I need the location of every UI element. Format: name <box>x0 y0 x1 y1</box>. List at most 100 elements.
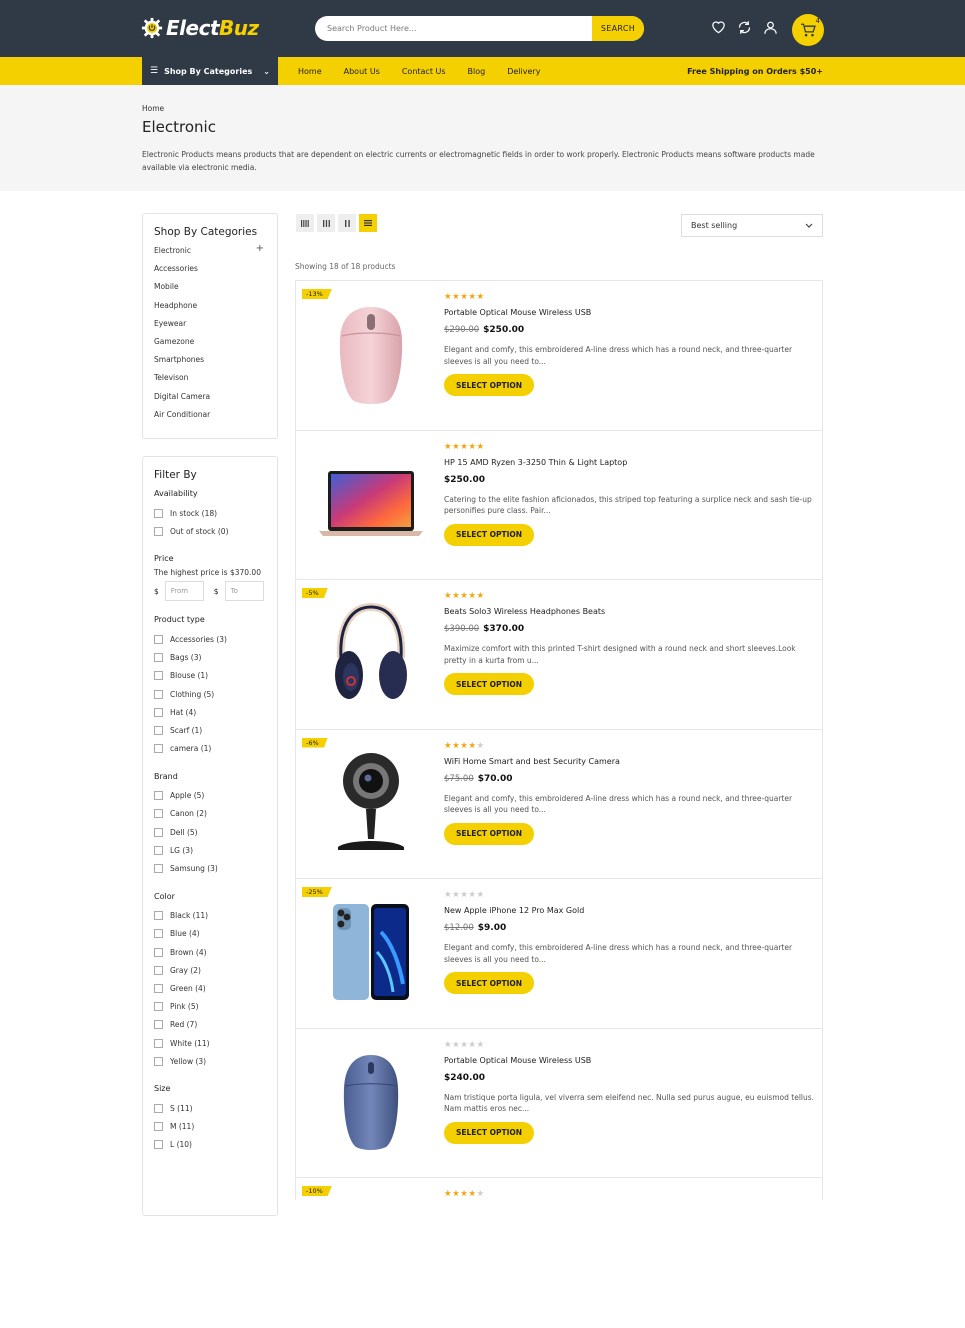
checkbox[interactable] <box>154 707 163 717</box>
checkbox[interactable] <box>154 1140 163 1150</box>
category-item[interactable]: Gamezone <box>154 337 277 355</box>
filter-option[interactable]: Green (4) <box>154 979 277 997</box>
select-option-button[interactable]: SELECT OPTION <box>444 972 534 994</box>
search-button[interactable]: SEARCH <box>592 16 644 41</box>
checkbox[interactable] <box>154 508 163 518</box>
breadcrumb[interactable]: Home <box>142 104 164 113</box>
filter-option[interactable]: Pink (5) <box>154 998 277 1016</box>
filter-option[interactable]: Out of stock (0) <box>154 522 277 540</box>
nav-link-delivery[interactable]: Delivery <box>507 67 540 76</box>
filter-option[interactable]: Black (11) <box>154 907 277 925</box>
select-option-button[interactable]: SELECT OPTION <box>444 1121 534 1144</box>
checkbox[interactable] <box>154 1038 163 1048</box>
checkbox[interactable] <box>154 827 163 837</box>
filter-option[interactable]: Apple (5) <box>154 787 277 805</box>
product-image[interactable] <box>316 449 426 559</box>
checkbox[interactable] <box>154 965 163 975</box>
filter-option[interactable]: Blouse (1) <box>154 667 277 685</box>
filter-option[interactable]: L (10) <box>154 1136 277 1154</box>
nav-link-blog[interactable]: Blog <box>468 67 486 76</box>
list-view-button[interactable] <box>359 214 377 232</box>
nav-link-home[interactable]: Home <box>298 67 322 76</box>
checkbox[interactable] <box>154 689 163 699</box>
select-option-button[interactable]: SELECT OPTION <box>444 374 534 396</box>
product-image[interactable] <box>316 897 426 1007</box>
category-item[interactable]: Headphone <box>154 301 277 319</box>
checkbox[interactable] <box>154 1056 163 1066</box>
select-option-button[interactable]: SELECT OPTION <box>444 673 534 695</box>
category-item[interactable]: Electronic + <box>154 243 277 264</box>
product-name[interactable]: HP 15 AMD Ryzen 3-3250 Thin & Light Lapt… <box>444 458 816 470</box>
filter-option[interactable]: LG (3) <box>154 841 277 859</box>
filter-option[interactable]: Dell (5) <box>154 823 277 841</box>
checkbox[interactable] <box>154 1122 163 1132</box>
checkbox[interactable] <box>154 911 163 921</box>
price-to-input[interactable]: To <box>224 581 264 602</box>
product-image[interactable] <box>316 748 426 858</box>
category-item[interactable]: Smartphones <box>154 355 277 373</box>
filter-option[interactable]: Yellow (3) <box>154 1052 277 1070</box>
product-name[interactable]: New Apple iPhone 12 Pro Max Gold <box>444 906 816 918</box>
checkbox[interactable] <box>154 526 163 536</box>
filter-option[interactable]: In stock (18) <box>154 504 277 522</box>
filter-option[interactable]: Bags (3) <box>154 649 277 667</box>
nav-link-contact-us[interactable]: Contact Us <box>402 67 446 76</box>
product-name[interactable]: WiFi Home Smart and best Security Camera <box>444 757 816 769</box>
logo[interactable]: ElectBuz <box>141 13 259 43</box>
filter-option[interactable]: Clothing (5) <box>154 685 277 703</box>
grid-2-view-button[interactable] <box>338 214 356 232</box>
product-name[interactable]: Portable Optical Mouse Wireless USB <box>444 1056 816 1068</box>
category-item[interactable]: Air Conditionar <box>154 410 277 428</box>
checkbox[interactable] <box>154 653 163 663</box>
filter-option[interactable]: Samsung (3) <box>154 859 277 877</box>
heart-icon[interactable] <box>710 18 726 36</box>
product-image[interactable] <box>316 598 426 708</box>
filter-option[interactable]: Gray (2) <box>154 961 277 979</box>
checkbox[interactable] <box>154 983 163 993</box>
select-option-button[interactable]: SELECT OPTION <box>444 523 534 546</box>
user-icon[interactable] <box>762 18 778 36</box>
plus-icon[interactable]: + <box>256 243 264 254</box>
product-name[interactable]: Portable Optical Mouse Wireless USB <box>444 308 816 320</box>
search-input[interactable] <box>315 16 592 41</box>
checkbox[interactable] <box>154 947 163 957</box>
price-from-input[interactable]: From <box>164 581 204 602</box>
filter-option[interactable]: Accessories (3) <box>154 630 277 648</box>
checkbox[interactable] <box>154 671 163 681</box>
checkbox[interactable] <box>154 1002 163 1012</box>
checkbox[interactable] <box>154 1020 163 1030</box>
category-item[interactable]: Televison <box>154 373 277 391</box>
filter-option[interactable]: Brown (4) <box>154 943 277 961</box>
filter-option[interactable]: Hat (4) <box>154 703 277 721</box>
checkbox[interactable] <box>154 864 163 874</box>
select-option-button[interactable]: SELECT OPTION <box>444 822 534 845</box>
product-image[interactable] <box>316 299 426 409</box>
checkbox[interactable] <box>154 725 163 735</box>
filter-option[interactable]: S (11) <box>154 1099 277 1117</box>
category-item[interactable]: Eyewear <box>154 319 277 337</box>
checkbox[interactable] <box>154 744 163 754</box>
checkbox[interactable] <box>154 809 163 819</box>
checkbox[interactable] <box>154 791 163 801</box>
shop-by-categories-button[interactable]: ☰ Shop By Categories ⌄ <box>142 57 278 85</box>
filter-option[interactable]: Scarf (1) <box>154 721 277 739</box>
filter-option[interactable]: M (11) <box>154 1118 277 1136</box>
product-image[interactable] <box>316 1047 426 1157</box>
grid-3-view-button[interactable] <box>317 214 335 232</box>
refresh-icon[interactable] <box>736 18 752 36</box>
category-item[interactable]: Accessories <box>154 264 277 282</box>
checkbox[interactable] <box>154 1103 163 1113</box>
filter-option[interactable]: Blue (4) <box>154 925 277 943</box>
product-name[interactable]: Beats Solo3 Wireless Headphones Beats <box>444 607 816 619</box>
category-item[interactable]: Mobile <box>154 282 277 300</box>
checkbox[interactable] <box>154 634 163 644</box>
filter-option[interactable]: Red (7) <box>154 1016 277 1034</box>
nav-link-about-us[interactable]: About Us <box>344 67 380 76</box>
filter-option[interactable]: camera (1) <box>154 740 277 758</box>
filter-option[interactable]: White (11) <box>154 1034 277 1052</box>
sort-select[interactable]: Best selling <box>681 214 823 237</box>
category-item[interactable]: Digital Camera <box>154 392 277 410</box>
grid-4-view-button[interactable] <box>296 214 314 232</box>
cart-button[interactable]: 4 <box>792 14 824 46</box>
checkbox[interactable] <box>154 929 163 939</box>
